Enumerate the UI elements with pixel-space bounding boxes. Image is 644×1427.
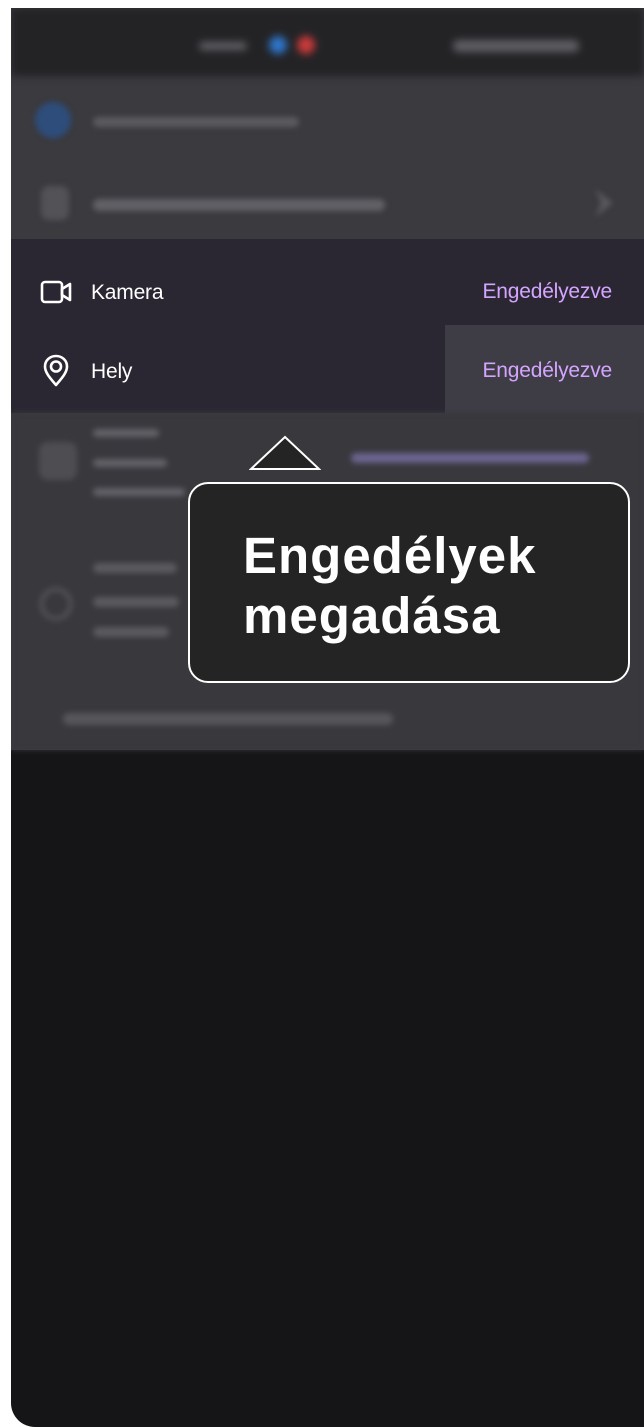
lock-icon [41, 186, 69, 220]
blurred-accent-link [351, 453, 589, 463]
blurred-content-icon [39, 442, 77, 480]
blurred-circle-icon [39, 587, 73, 621]
phone-screen: Kamera Engedélyezve Hely Engedélyezve En… [11, 8, 644, 1427]
permissions-tooltip: Engedélyek megadása [188, 482, 630, 683]
red-app-icon [297, 36, 315, 54]
status-bar [11, 8, 644, 76]
camera-icon [40, 280, 72, 304]
blurred-bottom-text [63, 713, 393, 725]
blurred-text-line [93, 488, 185, 496]
blurred-text-line [93, 459, 167, 467]
site-icon [35, 102, 71, 138]
permission-status-camera[interactable]: Engedélyezve [482, 280, 612, 304]
permission-label-camera: Kamera [91, 281, 164, 304]
blurred-text-line [93, 563, 177, 573]
permission-status-location[interactable]: Engedélyezve [482, 359, 612, 383]
blurred-browser-content: Kamera Engedélyezve Hely Engedélyezve En… [11, 8, 644, 750]
status-time-placeholder [199, 42, 247, 50]
blurred-site-address [93, 117, 299, 127]
blurred-tracking-row [11, 162, 644, 244]
permission-label-location: Hely [91, 360, 133, 383]
blue-app-icon [269, 36, 287, 54]
tooltip-arrow-icon [249, 435, 321, 470]
permission-row-location[interactable]: Hely Engedélyezve [11, 335, 644, 413]
blurred-site-row [11, 86, 644, 158]
blurred-text-line [93, 627, 169, 637]
permission-row-camera[interactable]: Kamera Engedélyezve [11, 256, 644, 334]
tooltip-title: Engedélyek megadása [243, 527, 537, 644]
permission-panel: Kamera Engedélyezve Hely Engedélyezve [11, 239, 644, 413]
blurred-text-line [93, 597, 179, 607]
blurred-text-line [93, 429, 159, 437]
location-pin-icon [43, 354, 69, 387]
chevron-right-icon [595, 189, 613, 217]
system-status-icons [453, 40, 579, 52]
blurred-tracking-text [93, 199, 385, 211]
